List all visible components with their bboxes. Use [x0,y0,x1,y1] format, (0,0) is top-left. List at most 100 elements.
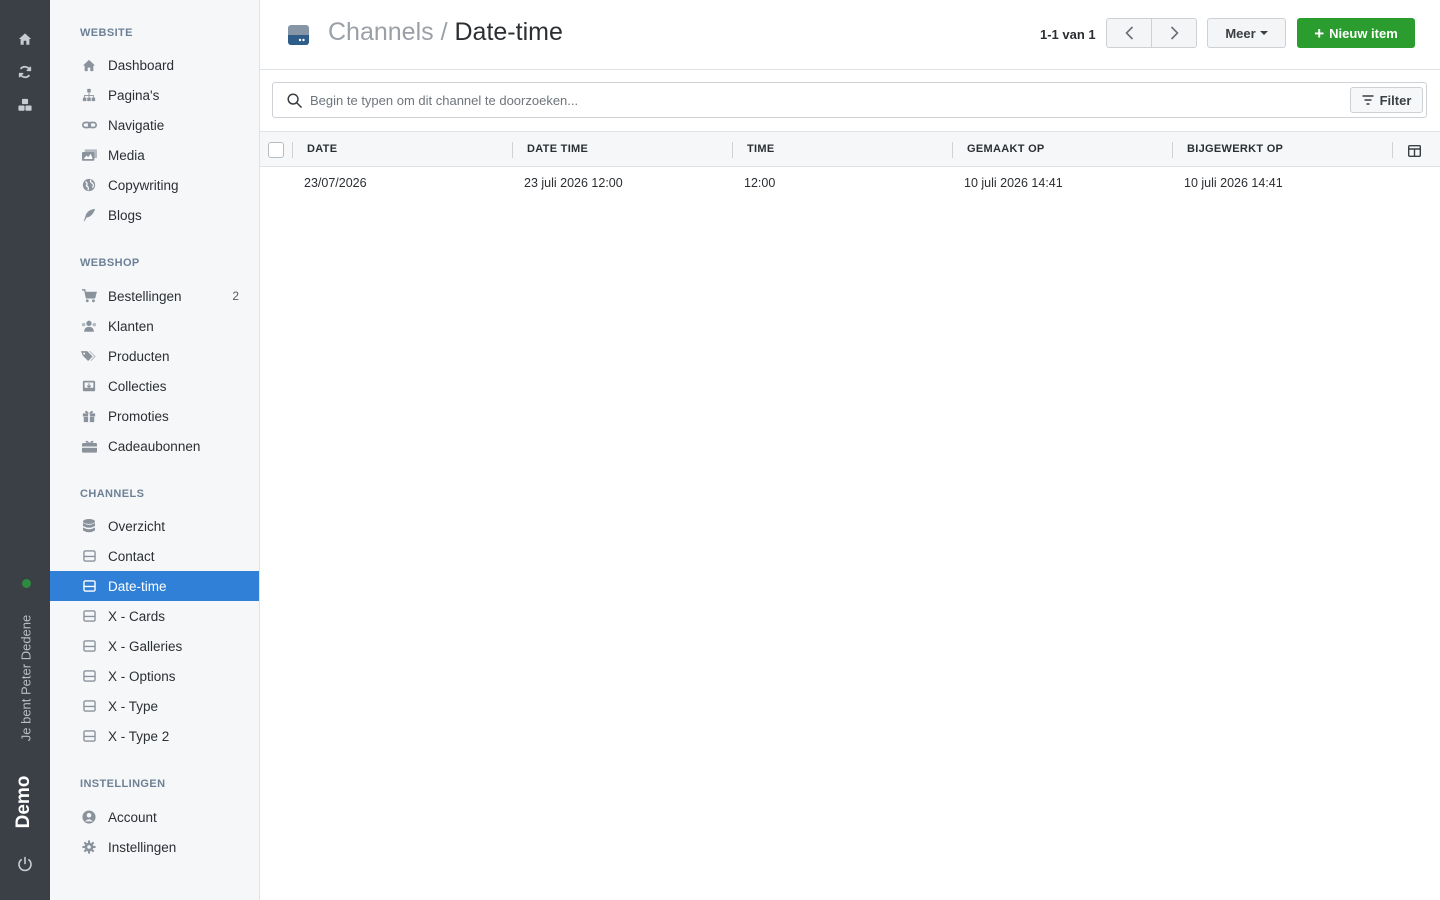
sidebar-item-label: Contact [108,548,155,564]
channel-icon [81,608,97,624]
section-title-channels: CHANNELS [80,488,145,500]
sidebar-item-contact[interactable]: Contact [50,541,259,571]
user-circle-icon [81,809,97,825]
sidebar-item-instellingen[interactable]: Instellingen [50,832,259,862]
orders-count-badge: 2 [232,289,239,303]
cell-date-time: 23 juli 2026 12:00 [524,176,623,190]
sidebar-item-x-type-2[interactable]: X - Type 2 [50,721,259,751]
sidebar-item-dashboard[interactable]: Dashboard [50,50,259,80]
app-rail: Je bent Peter Dedene Demo [0,0,50,900]
sidebar-item-label: Date-time [108,578,167,594]
column-header-date[interactable]: DATE [307,143,337,155]
images-icon [81,147,97,163]
column-separator[interactable] [952,142,953,158]
column-settings-icon[interactable] [1407,144,1422,162]
sidebar-item-x-galleries[interactable]: X - Galleries [50,631,259,661]
sidebar-item-label: Bestellingen [108,288,182,304]
sidebar-item-paginas[interactable]: Pagina's [50,80,259,110]
gear-icon [81,839,97,855]
tags-icon [81,348,97,364]
sidebar-item-label: X - Type [108,698,159,714]
table-row[interactable]: 23/07/2026 23 juli 2026 12:00 12:00 10 j… [260,167,1440,199]
new-item-button[interactable]: + Nieuw item [1297,18,1415,48]
globe-icon [81,177,97,193]
sidebar-item-label: Account [108,809,157,825]
column-separator[interactable] [512,142,513,158]
pagination-controls [1106,18,1197,48]
sidebar-item-media[interactable]: Media [50,140,259,170]
sidebar-item-blogs[interactable]: Blogs [50,200,259,230]
breadcrumb-separator: / [440,18,448,46]
search-icon [287,93,302,113]
sidebar-item-label: X - Galleries [108,638,183,654]
filter-icon [1362,95,1374,105]
breadcrumb-parent-link[interactable]: Channels [328,18,434,46]
sidebar-item-x-type[interactable]: X - Type [50,691,259,721]
chevron-right-icon [1170,26,1179,40]
sidebar-item-collecties[interactable]: Collecties [50,371,259,401]
home-icon [81,57,97,73]
users-icon [81,318,97,334]
column-separator[interactable] [732,142,733,158]
sidebar-item-klanten[interactable]: Klanten [50,311,259,341]
sidebar-item-label: Overzicht [108,518,166,534]
sidebar-item-label: X - Type 2 [108,728,170,744]
section-title-website: WEBSITE [80,27,133,39]
channel-icon [81,728,97,744]
filter-button[interactable]: Filter [1350,87,1423,113]
sidebar-item-bestellingen[interactable]: Bestellingen 2 [50,281,259,311]
breadcrumb: Channels / Date-time [328,18,563,47]
power-icon[interactable] [17,856,33,872]
select-all-checkbox[interactable] [268,142,284,158]
home-icon[interactable] [17,31,33,47]
column-header-bijgewerkt-op[interactable]: BIJGEWERKT OP [1187,143,1283,155]
cart-icon [81,288,97,304]
inbox-icon [81,378,97,394]
cell-time: 12:00 [744,176,776,190]
more-dropdown-button[interactable]: Meer [1207,18,1286,48]
channel-icon [81,668,97,684]
next-page-button[interactable] [1152,19,1196,47]
channel-header-icon [288,25,309,50]
sidebar-item-label: X - Options [108,668,176,684]
channel-icon [81,638,97,654]
column-separator[interactable] [1172,142,1173,158]
channel-icon [81,548,97,564]
database-icon [81,518,97,534]
sidebar-item-overzicht[interactable]: Overzicht [50,511,259,541]
column-separator[interactable] [1392,142,1393,158]
sidebar-item-label: Media [108,147,145,163]
column-header-gemaakt-op[interactable]: GEMAAKT OP [967,143,1045,155]
sidebar-item-label: Blogs [108,207,142,223]
link-icon [81,117,97,133]
feather-icon [81,207,97,223]
section-title-webshop: WEBSHOP [80,257,140,269]
sidebar-item-navigatie[interactable]: Navigatie [50,110,259,140]
column-header-time[interactable]: TIME [747,143,774,155]
page-header: Channels / Date-time 1-1 van 1 Meer + Ni… [260,0,1440,70]
page-title: Date-time [454,18,563,46]
sidebar-item-copywriting[interactable]: Copywriting [50,170,259,200]
plus-icon: + [1314,23,1325,43]
sidebar-item-promoties[interactable]: Promoties [50,401,259,431]
pagination-count: 1-1 van 1 [1040,27,1096,42]
sidebar-item-date-time[interactable]: Date-time [50,571,259,601]
search-bar: Filter [272,82,1427,118]
column-header-date-time[interactable]: DATE TIME [527,143,588,155]
caret-down-icon [1259,31,1268,35]
previous-page-button[interactable] [1107,19,1152,47]
gift-icon [81,408,97,424]
sidebar: WEBSITE Dashboard Pagina's Navigatie Med… [50,0,260,900]
site-name-label[interactable]: Demo [13,776,35,829]
cubes-icon[interactable] [17,97,33,113]
sidebar-item-cadeaubonnen[interactable]: Cadeaubonnen [50,431,259,461]
sidebar-item-x-cards[interactable]: X - Cards [50,601,259,631]
sidebar-item-account[interactable]: Account [50,802,259,832]
sidebar-item-label: Promoties [108,408,169,424]
table-header: DATE DATE TIME TIME GEMAAKT OP BIJGEWERK… [260,131,1440,167]
sync-icon[interactable] [17,64,33,80]
sidebar-item-x-options[interactable]: X - Options [50,661,259,691]
channel-icon [81,578,97,594]
search-input[interactable] [310,89,1340,111]
sidebar-item-producten[interactable]: Producten [50,341,259,371]
